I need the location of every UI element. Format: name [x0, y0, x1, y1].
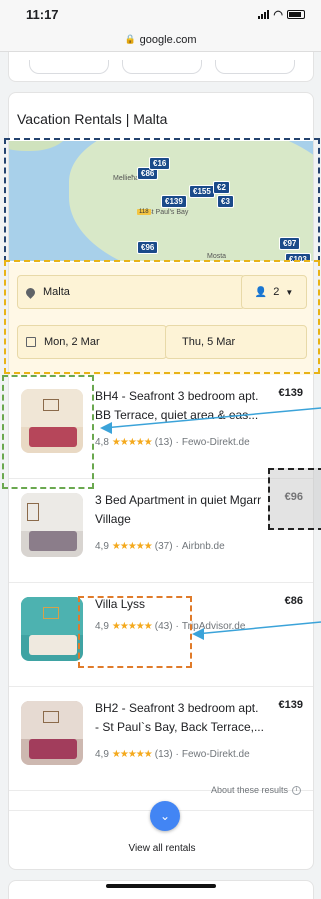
review-count: (13) — [154, 437, 173, 448]
view-all-rentals-link[interactable]: View all rentals — [9, 843, 313, 854]
listing-source: Fewo-Direkt.de — [181, 437, 250, 448]
separator: · — [175, 437, 179, 448]
battery-icon — [287, 9, 305, 19]
listing-rating: 4,9 ★★★★★ (37) · Airbnb.de — [95, 541, 225, 552]
vacation-rentals-card: Vacation Rentals | Malta Mellieħa St Pau… — [8, 92, 314, 870]
listing-source: TripAdvisor.de — [181, 621, 246, 632]
star-icons: ★★★★★ — [111, 437, 153, 448]
expand-button[interactable]: ⌄ — [150, 801, 180, 831]
review-count: (37) — [154, 541, 173, 552]
separator: · — [175, 621, 179, 632]
info-icon: i — [292, 785, 301, 795]
status-bar: 11:17 ◠ — [0, 0, 321, 28]
star-icons: ★★★★★ — [111, 621, 153, 632]
listing-title: BH2 - Seafront 3 bedroom apt. - St Paul`… — [95, 701, 264, 734]
location-field[interactable]: Malta — [17, 275, 245, 309]
wifi-icon: ◠ — [273, 8, 283, 21]
listing-price: €86 — [284, 595, 303, 607]
map-price-tag[interactable]: €155 — [189, 185, 215, 198]
listing-source: Fewo-Direkt.de — [181, 749, 250, 760]
map-price-tag[interactable]: €96 — [137, 241, 159, 254]
map-land — [9, 141, 69, 151]
listing-item[interactable]: Villa Lyss €86 4,9 ★★★★★ (43) · TripAdvi… — [9, 583, 313, 687]
calendar-icon — [26, 337, 36, 347]
listing-thumbnail — [21, 701, 83, 765]
rating-value: 4,9 — [95, 541, 109, 552]
separator: · — [175, 749, 179, 760]
check-in-value: Mon, 2 Mar — [44, 336, 100, 348]
about-results-link[interactable]: About these results i — [211, 785, 301, 795]
previous-chip[interactable] — [122, 60, 202, 74]
pin-icon — [24, 285, 37, 299]
review-count: (13) — [154, 749, 173, 760]
person-icon: 👤 — [254, 286, 268, 298]
status-icons: ◠ — [258, 8, 305, 21]
map-land — [69, 141, 313, 261]
rating-value: 4,9 — [95, 621, 109, 632]
chevron-down-icon: ▼ — [285, 287, 294, 297]
listing-rating: 4,9 ★★★★★ (13) · Fewo-Direkt.de — [95, 749, 250, 760]
address-bar[interactable]: 🔒 google.com — [0, 28, 321, 52]
star-icons: ★★★★★ — [111, 749, 153, 760]
listing-rating: 4,9 ★★★★★ (43) · TripAdvisor.de — [95, 621, 245, 632]
listing-thumbnail — [21, 597, 83, 661]
separator: · — [175, 541, 179, 552]
about-results-label: About these results — [210, 785, 288, 795]
previous-chip[interactable] — [29, 60, 109, 74]
chevron-down-icon: ⌄ — [159, 809, 171, 823]
home-indicator[interactable] — [106, 884, 216, 888]
previous-chip[interactable] — [215, 60, 295, 74]
status-time: 11:17 — [26, 6, 59, 22]
listing-price: €139 — [278, 699, 303, 711]
map-price-tag[interactable]: €2 — [213, 181, 230, 194]
map-price-tag[interactable]: €97 — [279, 237, 301, 250]
map-label: Mellieħa — [113, 175, 140, 182]
listing-item[interactable]: BH2 - Seafront 3 bedroom apt. - St Paul`… — [9, 687, 313, 791]
location-value: Malta — [43, 286, 70, 298]
rating-value: 4,8 — [95, 437, 109, 448]
guests-select[interactable]: 👤 2 ▼ — [241, 275, 307, 309]
listing-thumbnail — [21, 493, 83, 557]
map-label: Mosta — [207, 253, 227, 260]
map-price-tag[interactable]: €16 — [149, 157, 171, 170]
listing-title: Villa Lyss — [95, 597, 146, 611]
guests-value: 2 — [273, 286, 280, 298]
map-price-tag[interactable]: €139 — [161, 195, 187, 208]
listing-item[interactable]: 3 Bed Apartment in quiet Mgarr Village €… — [9, 479, 313, 583]
signal-icon — [258, 9, 270, 19]
card-title: Vacation Rentals | Malta — [17, 111, 168, 127]
previous-card — [8, 52, 314, 82]
listing-source: Airbnb.de — [181, 541, 225, 552]
check-in-field[interactable]: Mon, 2 Mar — [17, 325, 167, 359]
rentals-map[interactable]: Mellieħa St Paul's Bay Mosta 118 €86 €16… — [9, 141, 313, 261]
star-icons: ★★★★★ — [111, 541, 153, 552]
listing-thumbnail — [21, 389, 83, 453]
map-price-tag[interactable]: €103 — [285, 253, 311, 261]
next-card — [8, 880, 314, 899]
url-domain: google.com — [139, 33, 197, 46]
listing-title: BH4 - Seafront 3 bedroom apt. BB Terrace… — [95, 389, 259, 422]
review-count: (43) — [154, 621, 173, 632]
listing-item[interactable]: BH4 - Seafront 3 bedroom apt. BB Terrace… — [9, 375, 313, 479]
lock-icon: 🔒 — [124, 34, 136, 44]
map-label: St Paul's Bay — [147, 209, 189, 216]
listing-price: €139 — [278, 387, 303, 399]
listing-price: €96 — [284, 491, 303, 503]
map-price-tag[interactable]: €3 — [217, 195, 234, 208]
road-tag: 118 — [137, 209, 151, 215]
rating-value: 4,9 — [95, 749, 109, 760]
check-out-field[interactable]: Thu, 5 Mar — [165, 325, 307, 359]
listing-rating: 4,8 ★★★★★ (13) · Fewo-Direkt.de — [95, 437, 250, 448]
listing-title: 3 Bed Apartment in quiet Mgarr Village — [95, 493, 262, 526]
search-filters: Malta 👤 2 ▼ Mon, 2 Mar Thu, 5 Mar — [9, 263, 313, 375]
check-out-value: Thu, 5 Mar — [182, 336, 236, 348]
